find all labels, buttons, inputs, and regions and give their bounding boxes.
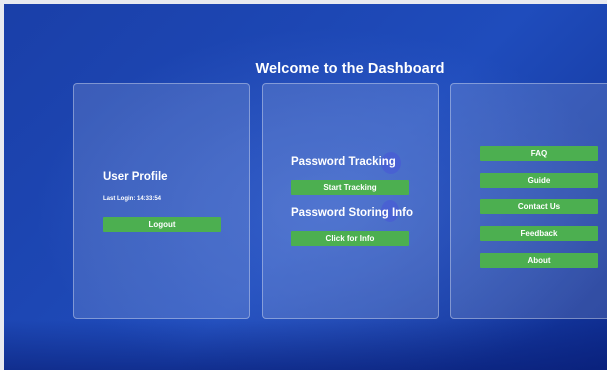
feedback-button[interactable]: Feedback [480,226,598,241]
faq-button[interactable]: FAQ [480,146,598,161]
background-shade [0,320,607,370]
logout-button[interactable]: Logout [103,217,221,232]
password-storing-heading: Password Storing Info [291,207,414,219]
page-title: Welcome to the Dashboard [255,61,445,77]
last-login-text: Last Login: 14:33:54 [103,196,162,202]
user-profile-heading: User Profile [103,171,168,183]
user-profile-card: User Profile Last Login: 14:33:54 Logout [73,83,250,319]
window-left-edge [0,0,4,370]
click-for-info-button[interactable]: Click for Info [291,231,409,246]
about-button[interactable]: About [480,253,598,268]
contact-us-button[interactable]: Contact Us [480,199,598,214]
window-top-edge [0,0,607,4]
links-card: FAQ Guide Contact Us Feedback About [450,83,607,319]
password-tracking-heading: Password Tracking [291,156,396,168]
password-card: Password Tracking Start Tracking Passwor… [262,83,439,319]
guide-button[interactable]: Guide [480,173,598,188]
start-tracking-button[interactable]: Start Tracking [291,180,409,195]
